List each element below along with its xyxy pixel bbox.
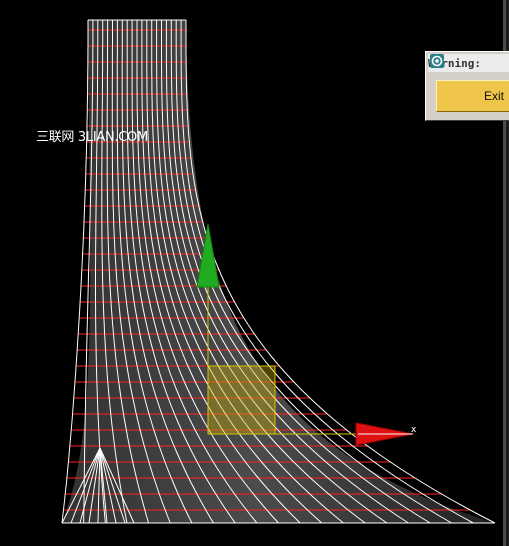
3d-viewport[interactable]: x 三联网 3LIAN.COM Warning: Exit [0,0,509,546]
warning-dialog[interactable]: Warning: Exit [425,51,509,121]
gizmo-x-axis-label: x [411,425,417,435]
gizmo-xy-plane-handle[interactable] [207,365,276,435]
watermark-text: 三联网 3LIAN.COM [36,130,148,145]
warning-titlebar[interactable]: Warning: [428,54,509,72]
exit-button[interactable]: Exit [436,80,509,112]
app-swirl-icon [430,54,444,68]
